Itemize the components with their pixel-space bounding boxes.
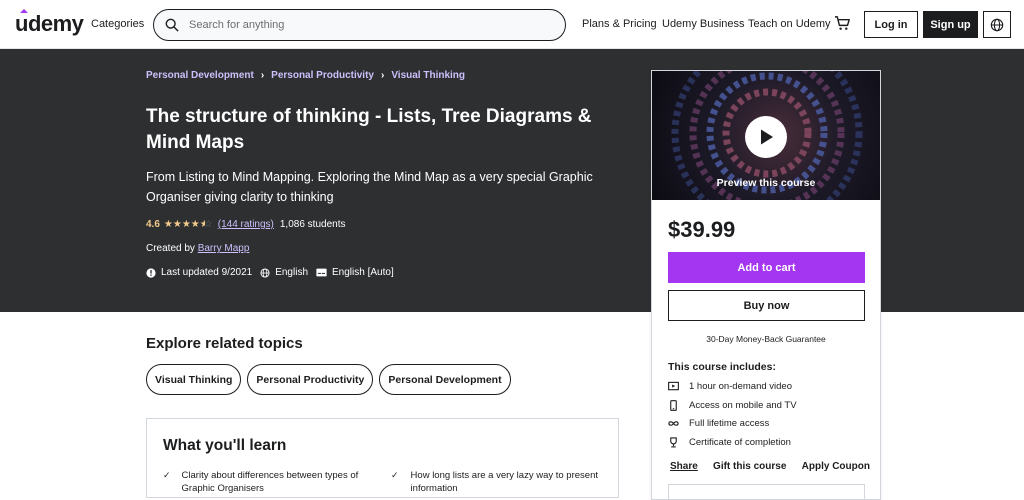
learn-item: ✓ How long lists are a very lazy way to … [391,470,598,494]
mobile-icon [670,400,677,411]
rating-row: 4.6 ★★★★★☆ (144 ratings) 1,086 students [146,219,345,230]
buy-now-button[interactable]: Buy now [668,290,865,321]
instructor-link[interactable]: Barry Mapp [198,243,250,254]
course-language: English [275,267,309,278]
course-captions: English [Auto] [332,267,394,278]
students-count: 1,086 students [279,219,346,230]
star-rating-icon: ★★★★★☆ [163,219,213,230]
udemy-logo[interactable]: udemy [15,9,84,37]
created-by: Created by Barry Mapp [146,243,249,254]
include-item: Access on mobile and TV [668,400,797,411]
check-icon: ✓ [163,470,171,480]
plans-pricing-link[interactable]: Plans & Pricing [582,18,657,30]
cart-icon[interactable] [834,15,851,32]
preview-label: Preview this course [716,177,816,189]
include-item: Full lifetime access [668,418,769,429]
add-to-cart-button[interactable]: Add to cart [668,252,865,283]
topic-chip[interactable]: Personal Development [379,364,511,395]
trophy-icon [670,437,677,448]
top-nav: udemy Categories Plans & Pricing Udemy B… [0,0,1024,49]
check-icon: ✓ [391,470,399,480]
explore-title: Explore related topics [146,335,303,352]
teach-on-udemy-link[interactable]: Teach on Udemy [748,18,831,30]
learn-title: What you'll learn [163,437,287,454]
topic-chip[interactable]: Visual Thinking [146,364,242,395]
course-preview[interactable]: Preview this course [652,71,880,200]
play-button[interactable] [745,116,787,158]
breadcrumb: Personal Development › Personal Producti… [146,70,465,81]
last-updated: Last updated 9/2021 [161,267,253,278]
search-input[interactable] [189,17,549,33]
login-button[interactable]: Log in [864,11,918,38]
breadcrumb-item[interactable]: Visual Thinking [391,70,465,81]
chevron-right-icon: › [260,70,265,81]
infinity-icon [668,421,679,426]
udemy-business-link[interactable]: Udemy Business [662,18,745,30]
course-meta: Last updated 9/2021 English English [Aut… [146,267,402,278]
rating-value: 4.6 [146,219,160,230]
video-icon [668,381,679,391]
include-item: Certificate of completion [668,437,791,448]
chevron-right-icon: › [380,70,385,81]
globe-icon [990,18,1004,31]
learn-item: ✓ Clarity about differences between type… [163,470,359,494]
categories-link[interactable]: Categories [91,18,144,30]
course-title: The structure of thinking - Lists, Tree … [146,106,592,153]
topic-chip[interactable]: Personal Productivity [247,364,374,395]
search-icon[interactable] [165,18,179,32]
what-you-learn: What you'll learn ✓ Clarity about differ… [146,418,619,498]
breadcrumb-item[interactable]: Personal Productivity [271,70,374,81]
ratings-count-link[interactable]: (144 ratings) [218,219,274,230]
signup-button[interactable]: Sign up [923,11,978,38]
language-button[interactable] [983,11,1011,38]
include-item: 1 hour on-demand video [668,381,792,392]
share-button[interactable]: Share [670,461,698,472]
alert-badge-icon [146,267,156,278]
globe-icon [260,267,270,278]
includes-title: This course includes: [668,361,776,373]
purchase-card: Preview this course $39.99 Add to cart B… [651,70,881,500]
apply-coupon-button[interactable]: Apply Coupon [802,461,870,472]
course-subtitle: From Listing to Mind Mapping. Exploring … [146,170,593,204]
gift-course-button[interactable]: Gift this course [713,461,786,472]
created-by-label: Created by [146,243,195,254]
search-bar[interactable] [153,9,566,41]
captions-icon [316,268,327,277]
play-icon [761,129,773,145]
coupon-box [668,484,865,500]
breadcrumb-item[interactable]: Personal Development [146,70,254,81]
course-price: $39.99 [668,217,736,242]
money-back-guarantee: 30-Day Money-Back Guarantee [706,334,826,344]
card-actions: Share Gift this course Apply Coupon [670,461,870,472]
related-topics: Visual Thinking Personal Productivity Pe… [146,364,511,395]
